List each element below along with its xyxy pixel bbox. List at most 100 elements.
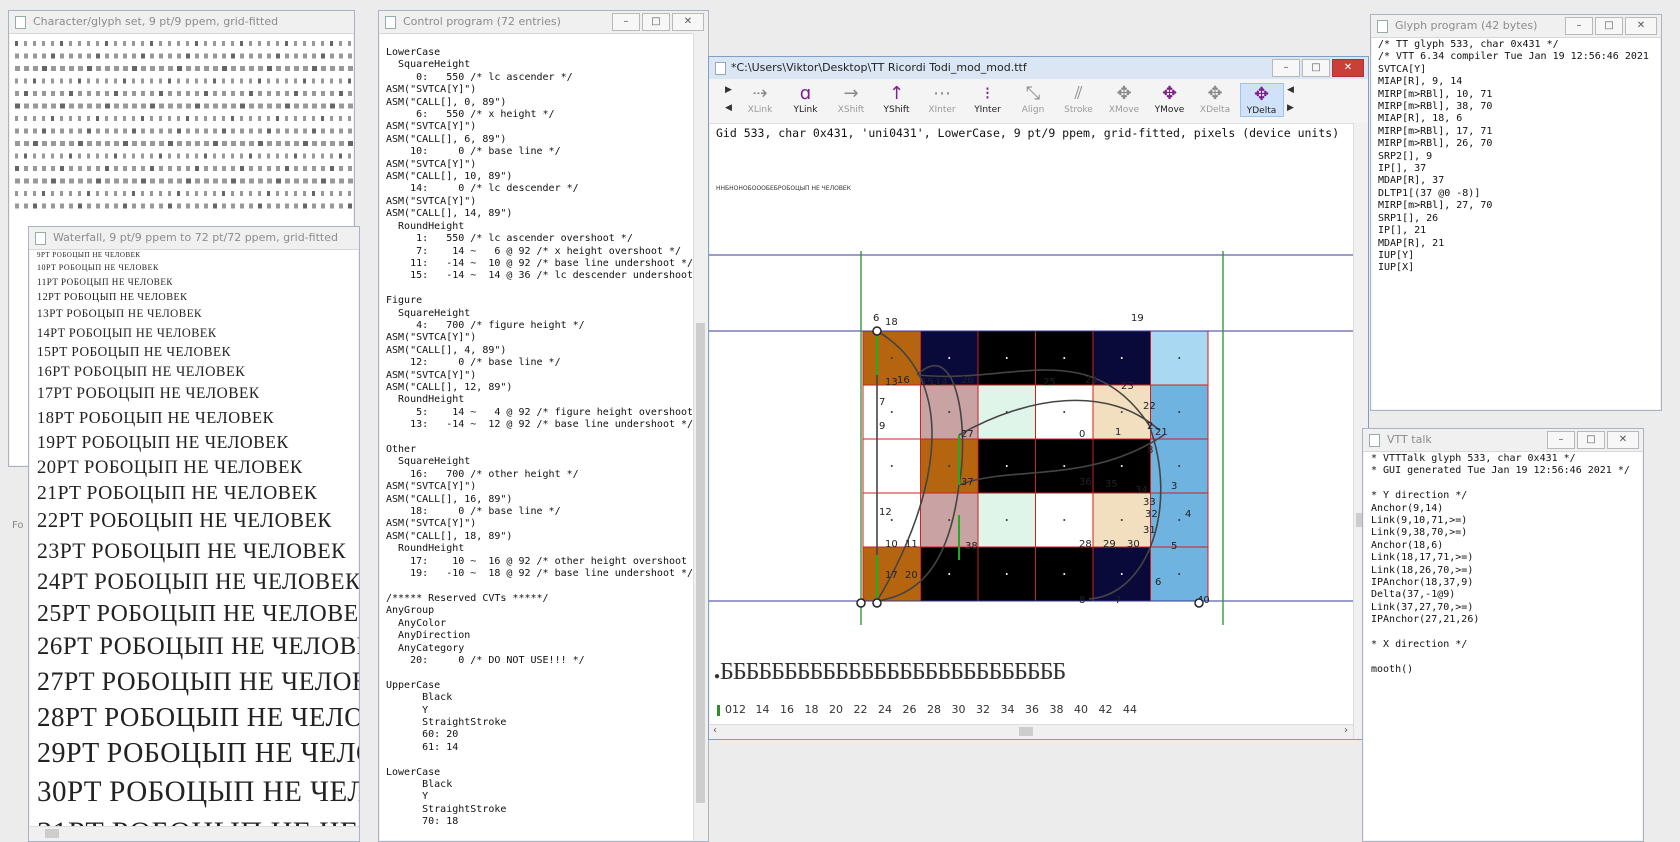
glyph-cell[interactable] [177,53,181,59]
glyph-cell[interactable] [186,91,190,96]
glyph-cell[interactable] [159,141,164,146]
glyph-cell[interactable] [24,91,28,96]
glyph-cell[interactable] [348,178,353,184]
glyph-cell[interactable] [312,41,315,46]
glyph-cell[interactable] [186,178,191,184]
glyph-cell[interactable] [240,78,243,84]
glyph-cell[interactable] [303,128,307,134]
glyph-cell[interactable] [132,191,135,196]
glyph-cell[interactable] [258,128,262,134]
glyph-cell[interactable] [42,66,47,71]
glyph-cell[interactable] [348,91,352,96]
glyph-cell[interactable] [177,91,181,96]
glyph-cell[interactable] [258,141,263,146]
glyph-cell[interactable] [132,91,136,96]
glyph-cell[interactable] [123,153,126,159]
glyph-cell[interactable] [276,66,281,71]
main-titlebar[interactable]: *C:\Users\Viktor\Desktop\TT Ricordi Todi… [709,57,1368,80]
glyph-cell[interactable] [303,141,308,146]
glyph-cell[interactable] [150,41,153,46]
glyph-cell[interactable] [168,141,173,146]
glyph-program-text[interactable]: /* TT glyph 533, char 0x431 *//* VTT 6.3… [1378,39,1659,275]
maximize-button[interactable]: □ [642,13,670,31]
glyph-cell[interactable] [42,141,47,146]
glyph-cell[interactable] [42,128,46,134]
glyph-cell[interactable] [123,91,127,96]
main-hscroll[interactable]: ‹ › [709,724,1354,739]
glyph-cell[interactable] [159,116,162,121]
glyph-cell[interactable] [231,153,234,159]
glyph-cell[interactable] [267,191,270,196]
glyph-cell[interactable] [132,53,136,59]
glyph-cell[interactable] [222,191,225,196]
glyph-cell[interactable] [267,91,271,96]
glyph-cell[interactable] [339,53,343,59]
glyph-cell[interactable] [276,78,279,84]
glyph-cell[interactable] [141,66,146,71]
glyph-cell[interactable] [204,66,209,71]
glyph-cell[interactable] [105,91,109,96]
glyph-cell[interactable] [258,103,263,109]
glyph-cell[interactable] [249,178,254,184]
glyph-cell[interactable] [321,103,326,109]
glyph-cell[interactable] [141,203,145,209]
glyph-cell[interactable] [213,166,217,171]
maximize-button[interactable]: □ [1595,17,1623,35]
glyph-cell[interactable] [330,166,334,171]
glyph-cell[interactable] [222,53,226,59]
ruler-tick[interactable]: 22 [854,703,868,716]
waterfall-titlebar[interactable]: Waterfall, 9 pt/9 ppem to 72 pt/72 ppem,… [29,227,359,250]
glyph-cell[interactable] [78,66,83,71]
glyph-cell[interactable] [348,153,351,159]
glyph-cell[interactable] [150,166,154,171]
glyph-cell[interactable] [240,116,243,121]
glyph-cell[interactable] [69,178,74,184]
glyph-cell[interactable] [15,41,18,46]
glyph-cell[interactable] [24,53,28,59]
glyph-cell[interactable] [51,153,54,159]
glyph-cell[interactable] [213,78,216,84]
glyph-cell[interactable] [303,178,308,184]
glyph-cell[interactable] [330,203,334,209]
glyph-cell[interactable] [114,166,118,171]
glyph-cell[interactable] [141,166,145,171]
glyph-cell[interactable] [51,141,56,146]
glyph-cell[interactable] [51,203,55,209]
glyph-cell[interactable] [285,103,290,109]
glyph-cell[interactable] [42,203,46,209]
control-program-text[interactable]: LowerCase SquareHeight 0: 550 /* lc asce… [386,47,692,837]
glyph-cell[interactable] [159,166,163,171]
glyph-cell[interactable] [231,78,234,84]
glyph-cell[interactable] [150,128,154,134]
glyph-cell[interactable] [321,91,325,96]
glyph-cell[interactable] [96,153,99,159]
close-button[interactable]: ✕ [672,13,704,31]
glyph-cell[interactable] [213,91,217,96]
glyph-cell[interactable] [168,78,171,84]
glyph-cell[interactable] [258,178,263,184]
glyph-cell[interactable] [168,116,171,121]
glyph-cell[interactable] [348,141,353,146]
glyph-cell[interactable] [51,91,55,96]
glyph-cell[interactable] [186,78,189,84]
glyph-cell[interactable] [87,191,90,196]
glyph-cell[interactable] [258,153,261,159]
glyph-cell[interactable] [105,103,110,109]
glyph-cell[interactable] [168,91,172,96]
glyph-cell[interactable] [294,128,298,134]
glyph-cell[interactable] [321,166,325,171]
glyph-cell[interactable] [348,53,352,59]
glyph-cell[interactable] [15,191,18,196]
toolbar-scroll-right-icon[interactable]: ▶ [725,85,732,95]
glyph-cell[interactable] [258,66,263,71]
glyph-cell[interactable] [240,41,243,46]
glyph-cell[interactable] [339,128,343,134]
glyph-cell[interactable] [33,103,38,109]
ruler-tick[interactable]: 18 [805,703,819,716]
glyph-cell[interactable] [123,203,127,209]
glyph-cell[interactable] [321,66,326,71]
tool-xmove[interactable]: ✥ XMove [1103,83,1145,115]
glyph-cell[interactable] [87,78,90,84]
glyph-cell[interactable] [33,166,37,171]
glyph-cell[interactable] [240,191,243,196]
